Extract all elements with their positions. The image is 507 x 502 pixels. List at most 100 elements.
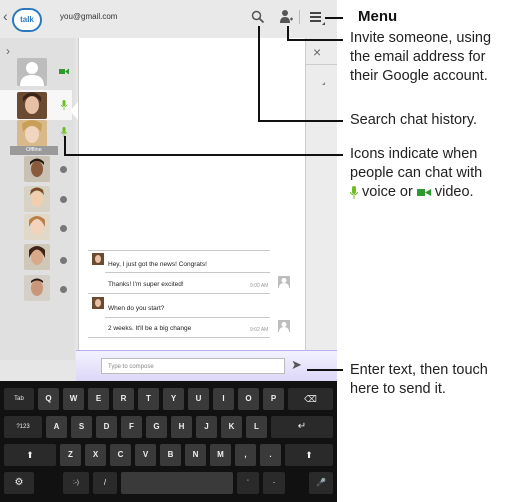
key[interactable]: L: [246, 416, 267, 438]
contact-avatar[interactable]: [17, 92, 47, 119]
message-separator: [105, 272, 270, 273]
key[interactable]: S: [71, 416, 92, 438]
key[interactable]: N: [185, 444, 206, 466]
key[interactable]: X: [85, 444, 106, 466]
contact-avatar[interactable]: [24, 214, 50, 240]
compose-input[interactable]: Type to compose: [101, 358, 285, 374]
callout-leader-enter: [307, 369, 343, 371]
keyboard-keys: Tab Q W E R T Y U I O P ⌫ ?123 A S D F G…: [0, 381, 337, 502]
contact-avatar[interactable]: [24, 244, 50, 270]
key[interactable]: Y: [163, 388, 184, 410]
key[interactable]: ,: [235, 444, 256, 466]
key-space[interactable]: [121, 472, 233, 494]
key-slash[interactable]: /: [93, 472, 117, 494]
key[interactable]: C: [110, 444, 131, 466]
callout-enter: Enter text, then touch here to send it.: [350, 361, 488, 399]
video-icon: [59, 68, 69, 75]
callout-invite-line: Invite someone, using: [350, 30, 492, 46]
menu-icon[interactable]: [309, 10, 325, 26]
callout-icons: Icons indicate when people can chat with…: [350, 145, 482, 202]
offline-status-dot: [60, 225, 67, 232]
callout-leader-menu: [325, 17, 343, 19]
send-icon[interactable]: ➤: [291, 357, 302, 373]
key[interactable]: K: [221, 416, 242, 438]
contact-avatar[interactable]: [24, 275, 50, 301]
callout-invite-line: their Google account.: [350, 68, 488, 84]
callout-menu: Menu: [358, 8, 398, 25]
talk-logo-icon[interactable]: talk: [12, 8, 42, 32]
key[interactable]: O: [238, 388, 259, 410]
mic-icon: [61, 100, 67, 110]
callout-leader-invite: [287, 39, 343, 41]
contact-avatar[interactable]: [24, 156, 50, 182]
callout-leader-icons: [64, 136, 66, 155]
mic-icon: [350, 185, 358, 199]
key[interactable]: .: [260, 444, 281, 466]
key[interactable]: E: [88, 388, 109, 410]
message-separator: [105, 317, 270, 318]
key[interactable]: A: [46, 416, 67, 438]
key[interactable]: W: [63, 388, 84, 410]
message-separator: [88, 293, 270, 294]
key-dash[interactable]: -: [263, 472, 285, 494]
account-email: you@gmail.com: [60, 12, 118, 21]
key[interactable]: Q: [38, 388, 59, 410]
key-symbols[interactable]: ?123: [4, 416, 42, 438]
resize-corner-icon: [322, 82, 325, 85]
key[interactable]: I: [213, 388, 234, 410]
contact-avatar[interactable]: [17, 58, 47, 86]
selection-pointer: [70, 102, 78, 120]
offline-status-dot: [60, 166, 67, 173]
key[interactable]: J: [196, 416, 217, 438]
key-enter[interactable]: ↵: [271, 416, 333, 438]
key-apostrophe[interactable]: ': [237, 472, 259, 494]
contact-avatar[interactable]: [24, 186, 50, 212]
tablet-screen: ‹ talk you@gmail.com › Offline × Hey, I …: [0, 0, 337, 502]
callout-leader-invite: [287, 26, 289, 40]
back-chevron-icon[interactable]: ‹: [3, 8, 8, 24]
key[interactable]: D: [96, 416, 117, 438]
callout-invite-line: the email address for: [350, 49, 486, 65]
expand-chevron-icon[interactable]: ›: [6, 44, 10, 58]
search-icon[interactable]: [251, 10, 265, 24]
key[interactable]: M: [210, 444, 231, 466]
key-voice-input[interactable]: 🎤: [309, 472, 333, 494]
strip-divider: [305, 64, 337, 65]
offline-status-dot: [60, 257, 67, 264]
message-separator: [88, 250, 270, 251]
contact-avatar[interactable]: [17, 120, 47, 148]
add-person-icon[interactable]: [279, 9, 293, 24]
message-text: 2 weeks. It'll be a big change: [108, 325, 192, 332]
key-tab[interactable]: Tab: [4, 388, 34, 410]
callout-enter-line: here to send it.: [350, 381, 446, 397]
key[interactable]: B: [160, 444, 181, 466]
message-separator: [88, 337, 270, 338]
key[interactable]: U: [188, 388, 209, 410]
key[interactable]: Z: [60, 444, 81, 466]
offline-header: Offline: [10, 146, 58, 155]
contact-avatar-small: [92, 252, 104, 265]
key-smiley[interactable]: :-): [63, 472, 89, 494]
key[interactable]: F: [121, 416, 142, 438]
callout-search: Search chat history.: [350, 112, 478, 128]
my-avatar-small: [278, 275, 290, 288]
key[interactable]: V: [135, 444, 156, 466]
key[interactable]: H: [171, 416, 192, 438]
message-text: Hey, I just got the news! Congrats!: [108, 261, 207, 268]
key-settings[interactable]: ⚙: [4, 472, 34, 494]
callout-leader-search: [258, 26, 260, 121]
callout-icons-line: voice or video.: [350, 183, 482, 202]
key[interactable]: G: [146, 416, 167, 438]
key[interactable]: R: [113, 388, 134, 410]
callout-leader-search: [258, 120, 343, 122]
key[interactable]: P: [263, 388, 284, 410]
chat-side-strip: [305, 38, 337, 350]
key-backspace[interactable]: ⌫: [288, 388, 333, 410]
key-shift[interactable]: ⬆: [285, 444, 333, 466]
close-icon[interactable]: ×: [313, 44, 321, 60]
key-shift[interactable]: ⬆: [4, 444, 56, 466]
callout-enter-line: Enter text, then touch: [350, 362, 488, 378]
message-text: When do you start?: [108, 305, 165, 312]
key[interactable]: T: [138, 388, 159, 410]
contact-avatar-small: [92, 296, 104, 309]
